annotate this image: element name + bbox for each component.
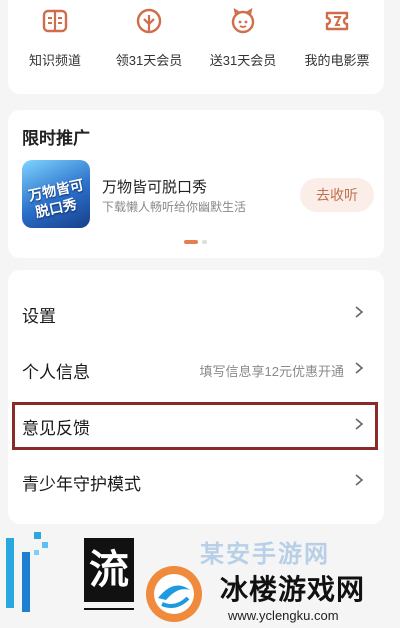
chevron-right-icon	[355, 362, 364, 374]
quick-link-label: 送31天会员	[209, 53, 277, 68]
chevron-right-icon	[355, 474, 364, 486]
watermark-title: 冰楼游戏网	[220, 574, 366, 605]
ticket-icon	[325, 11, 349, 31]
quick-link-get-membership[interactable]: 领31天会员	[102, 6, 196, 69]
settings-menu-card: 设置 个人信息 填写信息享12元优惠开通 意见反馈 青少年守护模式	[8, 270, 384, 524]
quick-links-row: 知识频道 领31天会员 送31天会员 我的电影票	[8, 6, 384, 69]
quick-link-knowledge[interactable]: 知识频道	[8, 6, 102, 69]
menu-item-hint: 填写信息享12元优惠开通	[199, 364, 344, 379]
menu-item-youth-mode[interactable]: 青少年守护模式	[8, 452, 384, 508]
carousel-indicator	[184, 240, 207, 244]
menu-item-label: 青少年守护模式	[22, 475, 141, 494]
watermark-ghost-text: 某安手游网	[200, 541, 330, 568]
carousel-dot	[202, 240, 207, 244]
watermark-overlay: 流 某安手游网 冰楼游戏网 www.yclengku.com	[0, 520, 400, 628]
watermark-circle-logo-icon	[146, 566, 202, 622]
quick-link-movie-tickets[interactable]: 我的电影票	[290, 6, 384, 69]
watermark-logo-icon	[6, 532, 48, 612]
quick-link-label: 领31天会员	[115, 53, 183, 68]
menu-item-label: 设置	[22, 307, 56, 326]
piggy-gift-icon	[231, 7, 255, 34]
quick-link-label: 我的电影票	[304, 53, 370, 68]
menu-item-personal-info[interactable]: 个人信息 填写信息享12元优惠开通	[8, 340, 384, 396]
menu-item-feedback[interactable]: 意见反馈	[8, 396, 384, 452]
quick-links-card: 知识频道 领31天会员 送31天会员 我的电影票	[8, 0, 384, 94]
promo-card: 限时推广 万物皆可 脱口秀 万物皆可脱口秀 下载懒人畅听给你幽默生活 去收听	[8, 110, 384, 258]
watermark-glyph: 流	[84, 538, 134, 602]
menu-item-label: 意见反馈	[22, 419, 90, 438]
watermark-underline	[84, 608, 134, 610]
chevron-right-icon	[355, 306, 364, 318]
menu-item-settings[interactable]: 设置	[8, 284, 384, 340]
chevron-right-icon	[355, 418, 364, 430]
promo-app-name: 万物皆可脱口秀	[102, 179, 208, 196]
quick-link-label: 知识频道	[28, 53, 81, 68]
tree-gift-icon	[136, 8, 162, 34]
promo-app-image[interactable]: 万物皆可 脱口秀	[22, 160, 90, 228]
menu-item-label: 个人信息	[22, 363, 90, 382]
quick-link-send-membership[interactable]: 送31天会员	[196, 6, 290, 69]
book-icon	[42, 9, 68, 33]
carousel-dot-active	[184, 240, 198, 244]
listen-button[interactable]: 去收听	[300, 178, 374, 212]
watermark-url: www.yclengku.com	[228, 608, 339, 623]
promo-app-description: 下载懒人畅听给你幽默生活	[102, 200, 247, 214]
promo-title: 限时推广	[22, 129, 90, 148]
